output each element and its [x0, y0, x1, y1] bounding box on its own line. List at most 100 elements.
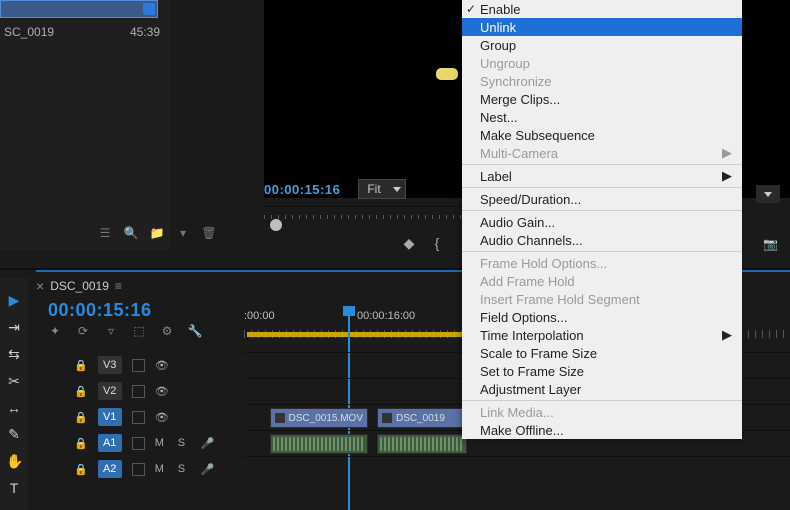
sync-lock-icon[interactable] — [132, 359, 145, 372]
menu-item[interactable]: Audio Gain... — [462, 213, 742, 231]
monitor-resolution-dropdown[interactable] — [756, 185, 780, 203]
menu-item-label: Set to Frame Size — [480, 364, 584, 379]
export-frame-icon[interactable]: 📷 — [763, 237, 778, 251]
voiceover-icon[interactable]: 🎤 — [201, 437, 215, 450]
snap-icon[interactable]: ✦ — [48, 324, 62, 338]
menu-item[interactable]: ✓Enable — [462, 0, 742, 18]
lock-icon[interactable]: 🔒 — [74, 385, 88, 398]
lock-icon[interactable]: 🔒 — [74, 437, 88, 450]
toggle-output-icon[interactable]: 👁 — [155, 385, 169, 398]
monitor-scrubber[interactable] — [264, 206, 464, 232]
sync-lock-icon[interactable] — [132, 385, 145, 398]
menu-item[interactable]: Adjustment Layer — [462, 380, 742, 398]
timeline-tools: ▶ ⇥ ⇆ ✂ ↔ ✎ ✋ T — [0, 278, 28, 510]
sync-lock-icon[interactable] — [132, 411, 145, 424]
solo-button[interactable]: S — [178, 463, 191, 475]
menu-item-label: Multi-Camera — [480, 146, 558, 161]
menu-item-label: Group — [480, 38, 516, 53]
settings-icon[interactable]: ⚙ — [160, 324, 174, 338]
menu-item[interactable]: Make Subsequence — [462, 126, 742, 144]
track-header-v2[interactable]: 🔒 V2 👁 — [62, 378, 242, 404]
menu-item[interactable]: Time Interpolation▶ — [462, 326, 742, 344]
fx-badge-icon[interactable] — [275, 413, 285, 423]
list-view-icon[interactable]: ☰ — [98, 226, 112, 240]
wrench-icon[interactable]: 🔧 — [188, 324, 202, 338]
selection-tool-icon[interactable]: ▶ — [6, 292, 22, 309]
track-select-tool-icon[interactable]: ⇥ — [6, 319, 22, 336]
new-bin-icon[interactable]: 📁 — [150, 226, 164, 240]
menu-item[interactable]: Audio Channels... — [462, 231, 742, 249]
linked-selection-icon[interactable]: ⟳ — [76, 324, 90, 338]
slip-tool-icon[interactable]: ↔ — [6, 400, 22, 416]
track-headers: 🔒 V3 👁 🔒 V2 👁 🔒 V1 👁 🔒 A1 M S 🎤 🔒 A2 M S… — [62, 352, 242, 482]
menu-item[interactable]: Speed/Duration... — [462, 190, 742, 208]
mark-in-icon[interactable]: ◆ — [400, 235, 418, 252]
lock-icon[interactable]: 🔒 — [74, 359, 88, 372]
bin-clip-thumbnail[interactable] — [0, 0, 158, 18]
track-header-a2[interactable]: 🔒 A2 M S 🎤 — [62, 456, 242, 482]
zoom-fit-dropdown[interactable]: Fit — [358, 179, 405, 199]
menu-item-label: Synchronize — [480, 74, 552, 89]
new-item-icon[interactable]: ▾ — [176, 226, 190, 240]
track-label[interactable]: V2 — [98, 382, 122, 400]
menu-item-label: Scale to Frame Size — [480, 346, 597, 361]
sync-lock-icon[interactable] — [132, 437, 145, 450]
scrubber-playhead[interactable] — [270, 219, 282, 231]
track-label[interactable]: V3 — [98, 356, 122, 374]
video-clip[interactable]: DSC_0015.MOV — [270, 408, 368, 428]
track-header-v3[interactable]: 🔒 V3 👁 — [62, 352, 242, 378]
marker-icon[interactable]: ▿ — [104, 324, 118, 338]
solo-button[interactable]: S — [178, 437, 191, 449]
bin-clip-duration: 45:39 — [130, 25, 160, 39]
close-tab-icon[interactable]: × — [36, 278, 44, 294]
check-icon: ✓ — [466, 2, 476, 16]
fx-badge-icon[interactable] — [382, 413, 392, 423]
hand-tool-icon[interactable]: ✋ — [6, 453, 22, 470]
monitor-timecode[interactable]: 00:00:15:16 — [264, 182, 340, 197]
track-label[interactable]: A2 — [98, 460, 122, 478]
sync-lock-icon[interactable] — [132, 463, 145, 476]
timeline-timecode[interactable]: 00:00:15:16 — [48, 300, 152, 321]
chevron-down-icon — [764, 192, 772, 197]
delete-icon[interactable]: 🗑 — [202, 226, 216, 240]
type-tool-icon[interactable]: T — [6, 480, 22, 496]
mute-button[interactable]: M — [155, 437, 168, 449]
menu-item[interactable]: Field Options... — [462, 308, 742, 326]
ruler-label: 00:00:16:00 — [357, 310, 470, 322]
menu-item[interactable]: Set to Frame Size — [462, 362, 742, 380]
menu-item[interactable]: Unlink — [462, 18, 742, 36]
tab-menu-icon[interactable]: ≡ — [115, 279, 122, 293]
lane-a2[interactable] — [244, 456, 790, 482]
work-area-bar[interactable] — [247, 332, 467, 337]
search-icon[interactable]: 🔍 — [124, 226, 138, 240]
menu-item-label: Frame Hold Options... — [480, 256, 607, 271]
track-header-a1[interactable]: 🔒 A1 M S 🎤 — [62, 430, 242, 456]
lock-icon[interactable]: 🔒 — [74, 463, 88, 476]
toggle-output-icon[interactable]: 👁 — [155, 411, 169, 424]
pen-tool-icon[interactable]: ✎ — [6, 426, 22, 443]
mute-button[interactable]: M — [155, 463, 168, 475]
menu-item[interactable]: Scale to Frame Size — [462, 344, 742, 362]
track-header-v1[interactable]: 🔒 V1 👁 — [62, 404, 242, 430]
clip-context-menu: ✓EnableUnlinkGroupUngroupSynchronizeMerg… — [462, 0, 742, 439]
track-label[interactable]: V1 — [98, 408, 122, 426]
menu-item[interactable]: Label▶ — [462, 167, 742, 185]
menu-item[interactable]: Merge Clips... — [462, 90, 742, 108]
toggle-output-icon[interactable]: 👁 — [155, 359, 169, 372]
voiceover-icon[interactable]: 🎤 — [201, 463, 215, 476]
audio-clip[interactable] — [377, 434, 467, 454]
mark-out-icon[interactable]: { — [428, 235, 446, 252]
video-clip[interactable]: DSC_0019 — [377, 408, 467, 428]
menu-item[interactable]: Make Offline... — [462, 421, 742, 439]
razor-tool-icon[interactable]: ✂ — [6, 373, 22, 390]
sequence-tab[interactable]: DSC_0019 — [50, 279, 109, 293]
ripple-edit-tool-icon[interactable]: ⇆ — [6, 346, 22, 363]
menu-item[interactable]: Group — [462, 36, 742, 54]
menu-item-label: Field Options... — [480, 310, 567, 325]
bin-clip-name[interactable]: SC_0019 — [4, 25, 54, 39]
lock-icon[interactable]: 🔒 — [74, 411, 88, 424]
menu-item[interactable]: Nest... — [462, 108, 742, 126]
insert-icon[interactable]: ⬚ — [132, 324, 146, 338]
track-label[interactable]: A1 — [98, 434, 122, 452]
audio-clip[interactable] — [270, 434, 368, 454]
